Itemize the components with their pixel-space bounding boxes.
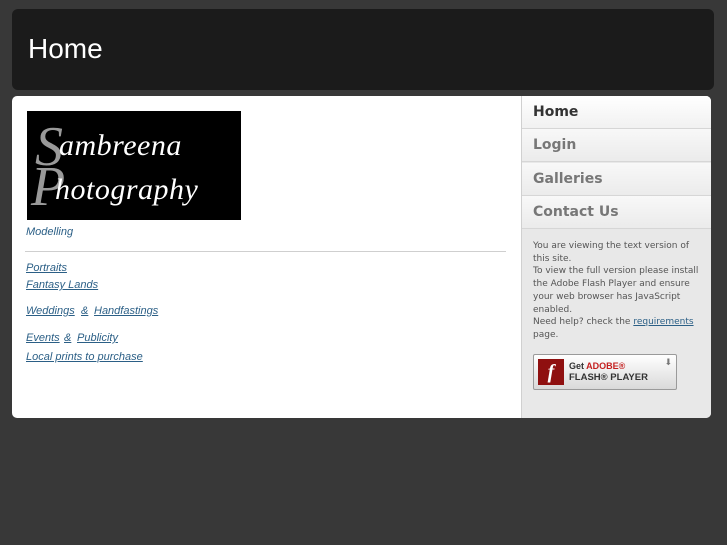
nav-item-contact-us[interactable]: Contact Us [522, 196, 711, 229]
notice-line-2: To view the full version please install … [533, 266, 699, 315]
get-flash-player-button[interactable]: f Get ADOBE® FLASH® PLAYER ⬇ [533, 354, 677, 390]
flash-notice: You are viewing the text version of this… [533, 240, 703, 342]
site-logo: S ambreena P hotography [27, 111, 241, 220]
flash-adobe-text: ADOBE® [586, 361, 626, 371]
publicity-link[interactable]: Publicity [77, 331, 118, 345]
ampersand-2[interactable]: & [64, 331, 71, 345]
header-bar: Home [12, 9, 714, 90]
page-title: Home [28, 33, 103, 64]
notice-line-1: You are viewing the text version of this… [533, 241, 690, 264]
nav-item-label: Login [533, 137, 577, 153]
sidebar: Home Login Galleries Contact Us You are … [521, 96, 711, 418]
notice-line-3-pre: Need help? check the [533, 317, 634, 328]
content-divider [25, 251, 506, 252]
nav-item-label: Home [533, 104, 579, 120]
main-panel: S ambreena P hotography Modelling Portra… [12, 96, 711, 418]
logo-line-1: ambreena [59, 129, 182, 162]
content-area: S ambreena P hotography Modelling Portra… [12, 96, 521, 418]
fantasy-lands-link[interactable]: Fantasy Lands [26, 278, 98, 292]
nav-item-galleries[interactable]: Galleries [522, 163, 711, 196]
handfastings-link[interactable]: Handfastings [94, 304, 158, 318]
local-prints-link[interactable]: Local prints to purchase [26, 350, 143, 364]
events-link[interactable]: Events [26, 331, 60, 345]
nav-item-home[interactable]: Home [522, 96, 711, 129]
nav-item-label: Contact Us [533, 204, 619, 220]
notice-line-3-post: page. [533, 329, 559, 340]
logo-line-2: hotography [55, 173, 199, 206]
flash-get-text: Get [569, 361, 587, 371]
flash-player-text: FLASH® PLAYER [569, 372, 648, 383]
nav-item-login[interactable]: Login [522, 129, 711, 162]
flash-button-line-1: Get ADOBE® [569, 361, 625, 372]
requirements-link[interactable]: requirements [633, 317, 693, 327]
ampersand-1[interactable]: & [81, 304, 88, 318]
portraits-link[interactable]: Portraits [26, 261, 67, 275]
weddings-link[interactable]: Weddings [26, 304, 75, 318]
modelling-text: Modelling [26, 226, 74, 238]
nav-item-label: Galleries [533, 171, 603, 187]
download-arrow-icon: ⬇ [664, 358, 672, 368]
flash-icon: f [538, 359, 564, 385]
